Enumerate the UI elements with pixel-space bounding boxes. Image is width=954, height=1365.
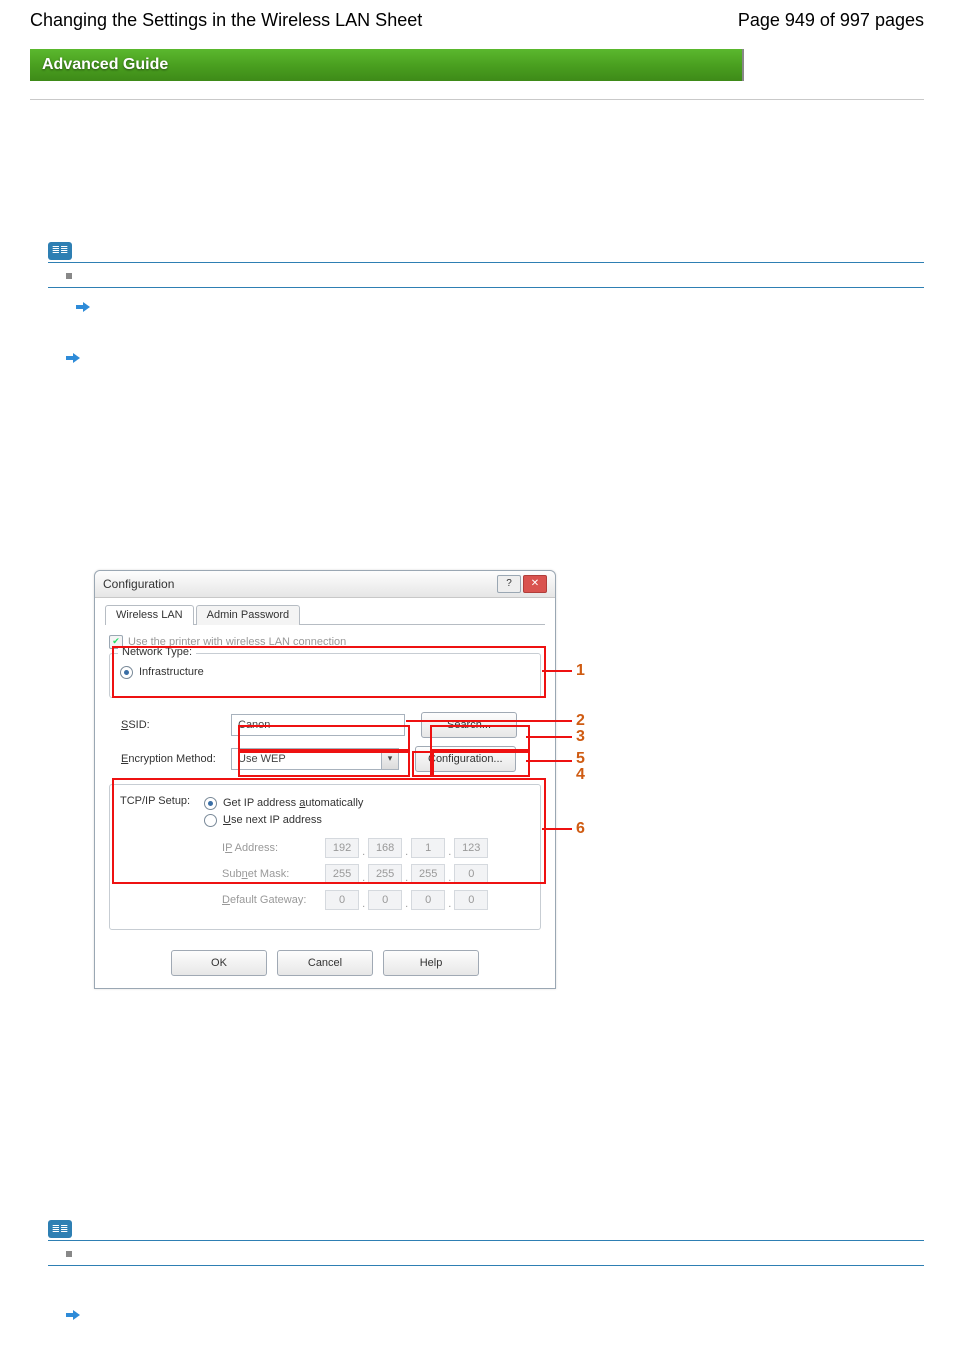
next-ip-label: Use next IP address [223,814,322,826]
cancel-button[interactable]: Cancel [277,950,373,976]
help-window-button[interactable]: ? [497,575,521,593]
header-right: Page 949 of 997 pages [738,10,924,31]
configuration-dialog-figure: Configuration ? ✕ Wireless LAN Admin Pas… [94,570,604,989]
ip-address-field: 192. 168. 1. 123 [325,838,488,858]
square-bullet-icon [66,1251,72,1257]
ip-address-label: IP Address: [222,842,322,854]
tcpip-label: TCP/IP Setup: [120,795,204,913]
note2-bullet [48,1241,924,1263]
callout-1: 1 [576,662,585,680]
configuration-dialog: Configuration ? ✕ Wireless LAN Admin Pas… [94,570,556,989]
network-type-group: Network Type: Infrastructure [109,653,541,698]
chevron-down-icon: ▾ [381,749,398,769]
note2-arrow-row [48,1302,924,1327]
note-icon: ≣≣ [48,242,72,260]
encryption-value: Use WEP [238,753,286,765]
note-block-1: ≣≣ [48,240,924,370]
divider [30,99,924,100]
callout-3: 3 [576,728,585,746]
arrow-right-icon [76,301,90,313]
ssid-label: SSID: [121,719,231,731]
ssid-field[interactable]: Canon [231,714,405,736]
note1-bullet [48,263,924,285]
next-ip-radio[interactable] [204,814,217,827]
close-window-button[interactable]: ✕ [523,575,547,593]
encryption-dropdown[interactable]: Use WEP ▾ [231,748,399,770]
gateway-label: Default Gateway: [222,894,322,906]
configuration-button[interactable]: Configuration... [415,746,516,772]
banner-title: Advanced Guide [42,56,168,74]
auto-ip-radio[interactable] [204,797,217,810]
ok-button[interactable]: OK [171,950,267,976]
subnet-field: 255. 255. 255. 0 [325,864,488,884]
help-button[interactable]: Help [383,950,479,976]
gateway-field: 0. 0. 0. 0 [325,890,488,910]
note1-arrow-row-2 [48,345,924,370]
note-icon: ≣≣ [48,1220,72,1238]
network-type-label: Network Type: [118,646,196,658]
banner: Advanced Guide [30,49,744,81]
search-button[interactable]: Search... [421,712,517,738]
arrow-right-icon [66,1309,80,1321]
tab-admin-password[interactable]: Admin Password [196,605,301,625]
arrow-right-icon [66,352,80,364]
infrastructure-radio-row: Infrastructure [120,664,530,681]
tab-wireless-lan[interactable]: Wireless LAN [105,605,194,625]
callout-4: 4 [576,766,585,784]
callout-6: 6 [576,820,585,838]
infrastructure-radio[interactable] [120,666,133,679]
note-block-2: ≣≣ [48,1219,924,1328]
square-bullet-icon [66,273,72,279]
tcpip-group: TCP/IP Setup: Get IP address automatical… [109,784,541,930]
dialog-title: Configuration [103,577,174,591]
infrastructure-label: Infrastructure [139,666,204,678]
header-left: Changing the Settings in the Wireless LA… [30,10,422,31]
auto-ip-label: Get IP address automatically [223,797,363,809]
note1-arrow-row-1 [48,294,924,319]
subnet-label: Subnet Mask: [222,868,322,880]
encryption-label: Encryption Method: [121,753,231,765]
dialog-titlebar: Configuration ? ✕ [95,571,555,598]
